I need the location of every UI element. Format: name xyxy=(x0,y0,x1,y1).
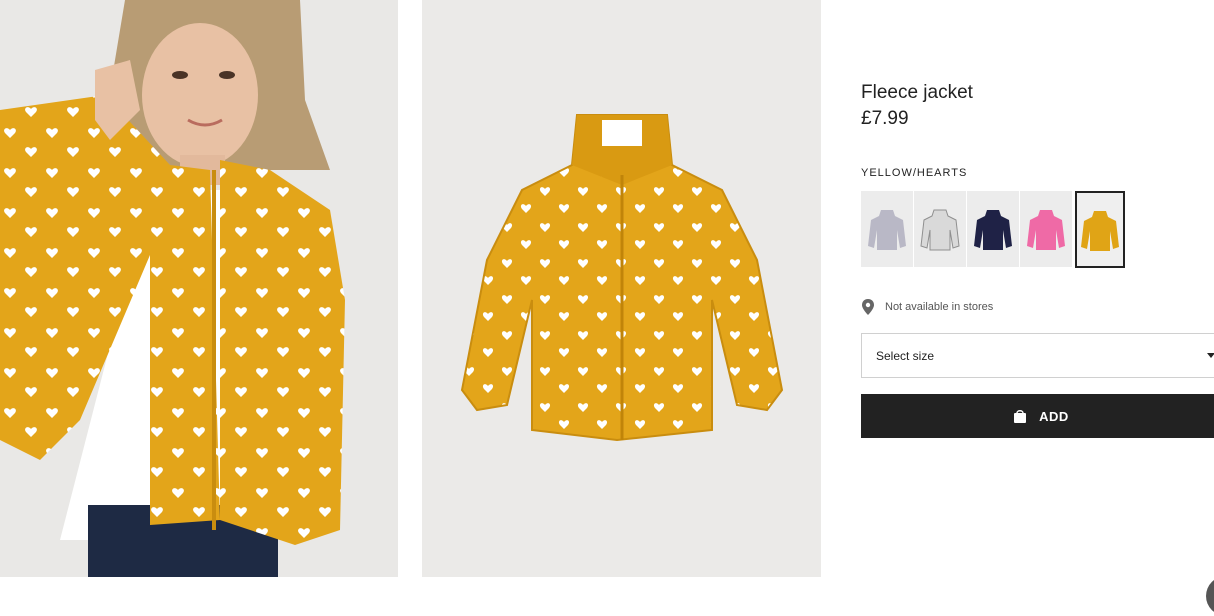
shopping-bag-icon xyxy=(1014,410,1027,423)
product-image-flat[interactable] xyxy=(422,0,821,577)
store-availability: Not available in stores xyxy=(861,299,993,315)
color-swatch-grey[interactable] xyxy=(861,191,913,267)
color-swatch-list xyxy=(861,191,1125,268)
availability-text: Not available in stores xyxy=(885,301,994,313)
product-title: Fleece jacket xyxy=(861,82,973,103)
chat-widget-button[interactable] xyxy=(1206,576,1214,616)
size-select-label: Select size xyxy=(876,348,935,363)
jacket-thumbnail-icon xyxy=(1027,210,1065,250)
color-swatch-pink[interactable] xyxy=(1020,191,1072,267)
model-photo-illustration xyxy=(0,0,398,577)
location-pin-icon xyxy=(862,299,874,315)
chevron-down-icon xyxy=(1207,353,1214,358)
add-button-label: ADD xyxy=(1039,408,1069,424)
color-swatch-white-circles[interactable] xyxy=(914,191,966,267)
jacket-thumbnail-icon xyxy=(974,210,1012,250)
color-swatch-navy-stars[interactable] xyxy=(967,191,1019,267)
jacket-thumbnail-icon xyxy=(920,209,960,251)
selected-color-name: YELLOW/HEARTS xyxy=(861,167,968,179)
product-image-model[interactable] xyxy=(0,0,398,577)
size-select[interactable]: Select size xyxy=(861,333,1214,378)
jacket-thumbnail-icon xyxy=(868,210,906,250)
add-to-bag-button[interactable]: ADD xyxy=(861,394,1214,438)
flat-photo-illustration xyxy=(422,0,821,577)
product-price: £7.99 xyxy=(861,108,909,129)
color-swatch-yellow-hearts[interactable] xyxy=(1075,191,1125,268)
jacket-thumbnail-icon xyxy=(1081,210,1119,251)
